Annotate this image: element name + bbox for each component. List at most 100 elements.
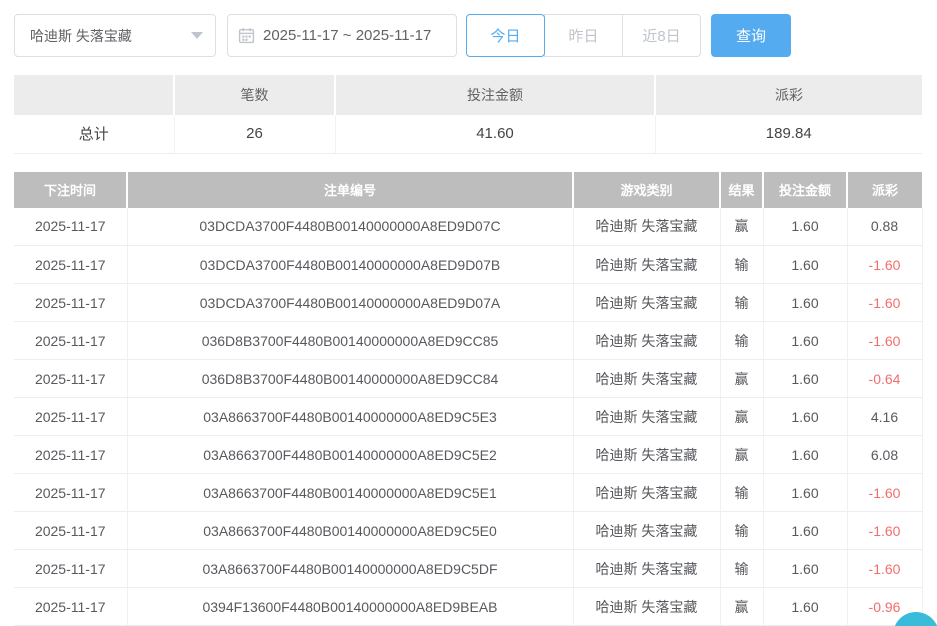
quick-date-button-group: 今日 昨日 近8日 — [466, 14, 701, 57]
cell-result: 赢 — [720, 398, 763, 436]
date-range-value: 2025-11-17 ~ 2025-11-17 — [263, 27, 431, 44]
cell-game-type: 哈迪斯 失落宝藏 — [573, 284, 720, 322]
cell-game-type: 哈迪斯 失落宝藏 — [573, 398, 720, 436]
cell-bet-time: 2025-11-17 — [14, 360, 127, 398]
cell-result: 赢 — [720, 208, 763, 246]
cell-bet-amount: 1.60 — [763, 588, 847, 626]
cell-game-type: 哈迪斯 失落宝藏 — [573, 246, 720, 284]
header-game-type: 游戏类别 — [573, 172, 720, 208]
table-row: 2025-11-17 03A8663700F4480B00140000000A8… — [14, 512, 922, 550]
cell-payout: -1.60 — [847, 474, 922, 512]
cell-bet-amount: 1.60 — [763, 512, 847, 550]
cell-bet-amount: 1.60 — [763, 398, 847, 436]
cell-bet-id: 036D8B3700F4480B00140000000A8ED9CC85 — [127, 322, 573, 360]
header-bet-id: 注单编号 — [127, 172, 573, 208]
table-row: 2025-11-17 036D8B3700F4480B00140000000A8… — [14, 322, 922, 360]
summary-total-row: 总计 26 41.60 189.84 — [14, 115, 922, 153]
cell-result: 输 — [720, 550, 763, 588]
header-payout: 派彩 — [847, 172, 922, 208]
summary-total-payout: 189.84 — [655, 115, 922, 153]
yesterday-button[interactable]: 昨日 — [544, 14, 623, 57]
cell-bet-amount: 1.60 — [763, 246, 847, 284]
cell-bet-time: 2025-11-17 — [14, 436, 127, 474]
summary-header-bet-amount: 投注金额 — [335, 75, 655, 115]
game-select[interactable]: 哈迪斯 失落宝藏 — [14, 14, 216, 57]
records-header-row: 下注时间 注单编号 游戏类别 结果 投注金额 派彩 — [14, 172, 922, 208]
cell-game-type: 哈迪斯 失落宝藏 — [573, 208, 720, 246]
toolbar: 哈迪斯 失落宝藏 2025-11-17 ~ 2025-11-17 今日 昨日 近… — [14, 14, 923, 57]
date-range-input[interactable]: 2025-11-17 ~ 2025-11-17 — [227, 14, 457, 57]
cell-result: 输 — [720, 284, 763, 322]
cell-game-type: 哈迪斯 失落宝藏 — [573, 474, 720, 512]
cell-bet-id: 03A8663700F4480B00140000000A8ED9C5E2 — [127, 436, 573, 474]
cell-bet-amount: 1.60 — [763, 436, 847, 474]
cell-result: 赢 — [720, 436, 763, 474]
cell-bet-time: 2025-11-17 — [14, 246, 127, 284]
cell-bet-id: 03DCDA3700F4480B00140000000A8ED9D07C — [127, 208, 573, 246]
cell-bet-time: 2025-11-17 — [14, 284, 127, 322]
game-select-value: 哈迪斯 失落宝藏 — [30, 26, 132, 46]
summary-total-label: 总计 — [14, 115, 174, 153]
cell-result: 输 — [720, 512, 763, 550]
cell-bet-amount: 1.60 — [763, 284, 847, 322]
cell-result: 输 — [720, 474, 763, 512]
cell-bet-id: 0394F13600F4480B00140000000A8ED9BEAB — [127, 588, 573, 626]
today-button[interactable]: 今日 — [466, 14, 545, 57]
cell-game-type: 哈迪斯 失落宝藏 — [573, 512, 720, 550]
cell-game-type: 哈迪斯 失落宝藏 — [573, 588, 720, 626]
cell-game-type: 哈迪斯 失落宝藏 — [573, 322, 720, 360]
cell-bet-amount: 1.60 — [763, 474, 847, 512]
header-result: 结果 — [720, 172, 763, 208]
table-row: 2025-11-17 03A8663700F4480B00140000000A8… — [14, 474, 922, 512]
cell-bet-id: 03DCDA3700F4480B00140000000A8ED9D07B — [127, 246, 573, 284]
cell-bet-time: 2025-11-17 — [14, 208, 127, 246]
cell-bet-id: 03A8663700F4480B00140000000A8ED9C5E0 — [127, 512, 573, 550]
cell-payout: -1.60 — [847, 512, 922, 550]
cell-bet-time: 2025-11-17 — [14, 550, 127, 588]
cell-bet-time: 2025-11-17 — [14, 474, 127, 512]
table-row: 2025-11-17 03A8663700F4480B00140000000A8… — [14, 436, 922, 474]
cell-bet-id: 03A8663700F4480B00140000000A8ED9C5E1 — [127, 474, 573, 512]
cell-payout: -1.60 — [847, 550, 922, 588]
cell-bet-amount: 1.60 — [763, 360, 847, 398]
cell-bet-amount: 1.60 — [763, 208, 847, 246]
summary-table: 笔数 投注金额 派彩 总计 26 41.60 189.84 — [14, 75, 922, 154]
summary-header-payout: 派彩 — [655, 75, 922, 115]
cell-result: 输 — [720, 322, 763, 360]
cell-bet-time: 2025-11-17 — [14, 588, 127, 626]
cell-result: 输 — [720, 246, 763, 284]
table-row: 2025-11-17 036D8B3700F4480B00140000000A8… — [14, 360, 922, 398]
table-row: 2025-11-17 0394F13600F4480B00140000000A8… — [14, 588, 922, 626]
cell-bet-id: 03A8663700F4480B00140000000A8ED9C5E3 — [127, 398, 573, 436]
cell-payout: 6.08 — [847, 436, 922, 474]
summary-total-bet-amount: 41.60 — [335, 115, 655, 153]
table-row: 2025-11-17 03A8663700F4480B00140000000A8… — [14, 550, 922, 588]
cell-payout: -0.64 — [847, 360, 922, 398]
bet-records-table: 下注时间 注单编号 游戏类别 结果 投注金额 派彩 2025-11-17 03D… — [14, 172, 923, 626]
cell-bet-amount: 1.60 — [763, 322, 847, 360]
cell-result: 赢 — [720, 360, 763, 398]
cell-payout: -1.60 — [847, 246, 922, 284]
cell-payout: 4.16 — [847, 398, 922, 436]
table-row: 2025-11-17 03DCDA3700F4480B00140000000A8… — [14, 246, 922, 284]
cell-game-type: 哈迪斯 失落宝藏 — [573, 550, 720, 588]
query-button[interactable]: 查询 — [711, 14, 791, 57]
header-bet-amount: 投注金额 — [763, 172, 847, 208]
summary-header-blank — [14, 75, 174, 115]
cell-bet-amount: 1.60 — [763, 550, 847, 588]
cell-payout: 0.88 — [847, 208, 922, 246]
cell-bet-time: 2025-11-17 — [14, 512, 127, 550]
table-row: 2025-11-17 03DCDA3700F4480B00140000000A8… — [14, 284, 922, 322]
summary-header-row: 笔数 投注金额 派彩 — [14, 75, 922, 115]
table-row: 2025-11-17 03A8663700F4480B00140000000A8… — [14, 398, 922, 436]
calendar-icon — [238, 27, 255, 44]
summary-header-count: 笔数 — [174, 75, 335, 115]
summary-total-count: 26 — [174, 115, 335, 153]
cell-bet-id: 036D8B3700F4480B00140000000A8ED9CC84 — [127, 360, 573, 398]
header-bet-time: 下注时间 — [14, 172, 127, 208]
cell-result: 赢 — [720, 588, 763, 626]
cell-payout: -1.60 — [847, 322, 922, 360]
cell-bet-time: 2025-11-17 — [14, 322, 127, 360]
table-row: 2025-11-17 03DCDA3700F4480B00140000000A8… — [14, 208, 922, 246]
last-8-days-button[interactable]: 近8日 — [622, 14, 701, 57]
